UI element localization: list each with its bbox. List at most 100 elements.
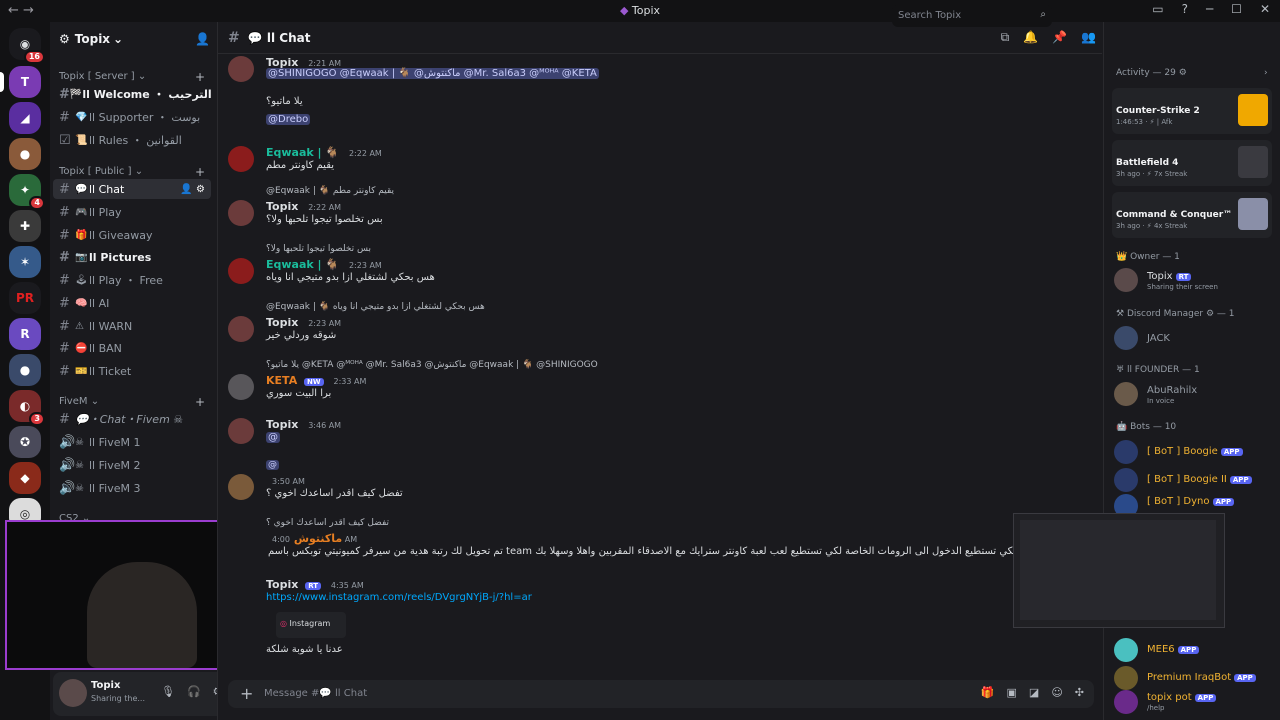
activity-card[interactable]: Command & Conquer™ Gen... 3h ago · ⚡ 4x … [1112, 192, 1272, 238]
author[interactable]: Topix [266, 418, 298, 431]
add-channel-icon[interactable]: + [195, 395, 205, 409]
reply-preview[interactable]: @ [266, 460, 279, 470]
ban-icon: ⛔ [75, 342, 88, 354]
author[interactable]: Eqwaak | 🐐 [266, 258, 339, 271]
message-text: شوقه وردلي خير [266, 330, 337, 341]
channel-chat[interactable]: # 💬 ll Chat 👤 ⚙ [53, 179, 211, 199]
mention[interactable]: @SHINIGOGO @Eqwaak | 🐐 @ماكنتوش @Mr. Sal… [266, 68, 599, 79]
server-icon[interactable]: ✶ [9, 246, 41, 278]
channel-warn[interactable]: # ⚠ ll WARN [53, 316, 211, 336]
minimize-icon[interactable]: ─ [1206, 2, 1213, 16]
plus-icon[interactable]: + [240, 684, 253, 703]
avatar[interactable] [228, 258, 254, 284]
message-composer[interactable]: + Message #💬 ll Chat 🎁 ▣ ◪ ☺ ✣ [228, 680, 1094, 708]
instagram-icon: ◎ [280, 619, 287, 628]
brain-icon: 🧠 [75, 297, 88, 309]
bell-icon[interactable]: 🔔 [1023, 30, 1038, 45]
server-icon[interactable]: ✦ 4 [9, 174, 45, 210]
emoji-icon[interactable]: ☺ [1051, 686, 1062, 699]
server-icon[interactable]: R [9, 318, 41, 350]
avatar[interactable] [228, 316, 254, 342]
category-server[interactable]: Topix [ Server ] ⌄ + [59, 70, 205, 84]
home-button[interactable]: ◉ 16 [9, 28, 45, 64]
voice-fivem-3[interactable]: 🔊 ☠ ll FiveM 3 [53, 478, 211, 498]
server-icon[interactable]: ● [9, 138, 41, 170]
reply-preview[interactable]: بس تخلصوا تيجوا تلحبها ولا؟ [266, 244, 371, 254]
channel-ticket[interactable]: # 🎫 ll Ticket [53, 361, 211, 381]
maximize-icon[interactable]: ☐ [1231, 2, 1242, 16]
gift-icon: 🎁 [75, 229, 88, 241]
avatar[interactable] [59, 679, 87, 707]
headphones-icon[interactable]: 🎧 [187, 685, 201, 698]
channel-welcome[interactable]: # 🏁 ll Welcome ・ الترحيب [53, 84, 212, 104]
message-input[interactable]: Message #💬 ll Chat [264, 688, 367, 699]
add-channel-icon[interactable]: + [195, 70, 205, 84]
channel-giveaway[interactable]: # 🎁 ll Giveaway [53, 225, 211, 245]
inbox-icon[interactable]: ▭ [1152, 2, 1163, 16]
apps-icon[interactable]: ✣ [1075, 686, 1084, 699]
channel-supporter[interactable]: # 💎 ll Supporter ・ بوست [53, 107, 211, 127]
channel-play-free[interactable]: # 🕹 ll Play ・ Free [53, 270, 211, 290]
channel-pictures[interactable]: # 📷 ll Pictures [53, 247, 211, 267]
voice-fivem-2[interactable]: 🔊 ☠ ll FiveM 2 [53, 455, 211, 475]
search-input[interactable]: Search Topix ⌕ [892, 5, 1052, 27]
reply-preview[interactable]: يلا ماتيو؟ @KETA @ᴹᴼᴴᴬ @Mr. Sal6a3 @ماكن… [266, 360, 598, 370]
members-icon[interactable]: 👥 [1081, 30, 1096, 45]
activity-card[interactable]: Battlefield 4 3h ago · ⚡ 7x Streak [1112, 140, 1272, 186]
sticker-icon[interactable]: ◪ [1029, 686, 1039, 699]
gift-icon[interactable]: 🎁 [981, 686, 995, 699]
home-badge: 16 [23, 50, 45, 64]
channel-rules[interactable]: ☑ 📜 ll Rules ・ القوانين [53, 130, 211, 150]
settings-icon[interactable]: 👤 ⚙ [180, 184, 205, 195]
server-topix[interactable]: T [9, 66, 41, 98]
avatar[interactable] [228, 200, 254, 226]
server-icon[interactable]: ◆ [9, 462, 41, 494]
activity-header[interactable]: Activity — 29 ⚙ › [1116, 68, 1268, 78]
author[interactable]: Topix [266, 578, 298, 591]
server-icon[interactable]: ◐ 3 [9, 390, 45, 426]
add-channel-icon[interactable]: + [195, 165, 205, 179]
avatar[interactable] [228, 146, 254, 172]
server-header[interactable]: ⚙ Topix ⌄ 👤 [50, 22, 217, 56]
reply-preview[interactable]: @Eqwaak | 🐐 يقيم كاونتر مطم [266, 186, 394, 196]
channel-chat-fivem[interactable]: # 💬・Chat・Fivem ☠ [53, 409, 211, 429]
channel-play[interactable]: # 🎮 ll Play [53, 202, 211, 222]
avatar[interactable] [228, 374, 254, 400]
screen-share-preview[interactable] [1013, 513, 1225, 628]
microphone-icon[interactable]: 🎙 [161, 685, 175, 698]
add-member-icon[interactable]: 👤 [195, 32, 210, 46]
category-public[interactable]: Topix [ Public ] ⌄ + [59, 165, 205, 179]
author[interactable]: Eqwaak | 🐐 [266, 146, 339, 159]
speech-icon: 💬 [75, 183, 88, 195]
link-embed[interactable]: ◎ Instagram [276, 612, 346, 638]
server-icon[interactable]: ● [9, 354, 41, 386]
author[interactable]: Topix [266, 200, 298, 213]
pin-icon[interactable]: 📌 [1052, 30, 1067, 45]
server-icon[interactable]: ✚ [9, 210, 41, 242]
avatar[interactable] [228, 474, 254, 500]
reply-preview[interactable]: @Eqwaak | 🐐 هس بحكي لشتغلي ازا بدو متيجي… [266, 302, 485, 312]
close-icon[interactable]: ✕ [1260, 2, 1270, 16]
category-fivem[interactable]: FiveM ⌄ + [59, 395, 205, 409]
server-icon[interactable]: ◢ [9, 102, 41, 134]
mention[interactable]: @Drebo [266, 114, 311, 125]
help-icon[interactable]: ? [1182, 2, 1188, 16]
threads-icon[interactable]: ⧉ [1001, 30, 1010, 45]
activity-card[interactable]: Counter-Strike 2 1:46:53 · ⚡ | Afk [1112, 88, 1272, 134]
channel-ai[interactable]: # 🧠 ll AI [53, 293, 211, 313]
user-name: Topix [91, 680, 121, 691]
voice-fivem-1[interactable]: 🔊 ☠ ll FiveM 1 [53, 432, 211, 452]
message-link[interactable]: https://www.instagram.com/reels/DVgrgNYj… [266, 592, 532, 603]
server-icon[interactable]: PR [9, 282, 41, 314]
reply-preview[interactable]: تفضل كيف اقدر اساعدك اخوي ؟ [266, 518, 389, 528]
channel-ban[interactable]: # ⛔ ll BAN [53, 338, 211, 358]
server-icon[interactable]: ✪ [9, 426, 41, 458]
author[interactable]: ماكنتوش [294, 532, 342, 545]
mention[interactable]: @ [266, 432, 280, 443]
avatar[interactable] [228, 56, 254, 82]
author[interactable]: KETA [266, 374, 297, 387]
gif-icon[interactable]: ▣ [1007, 686, 1017, 699]
avatar[interactable] [228, 418, 254, 444]
chevron-right-icon[interactable]: › [1264, 68, 1268, 78]
author[interactable]: Topix [266, 316, 298, 329]
